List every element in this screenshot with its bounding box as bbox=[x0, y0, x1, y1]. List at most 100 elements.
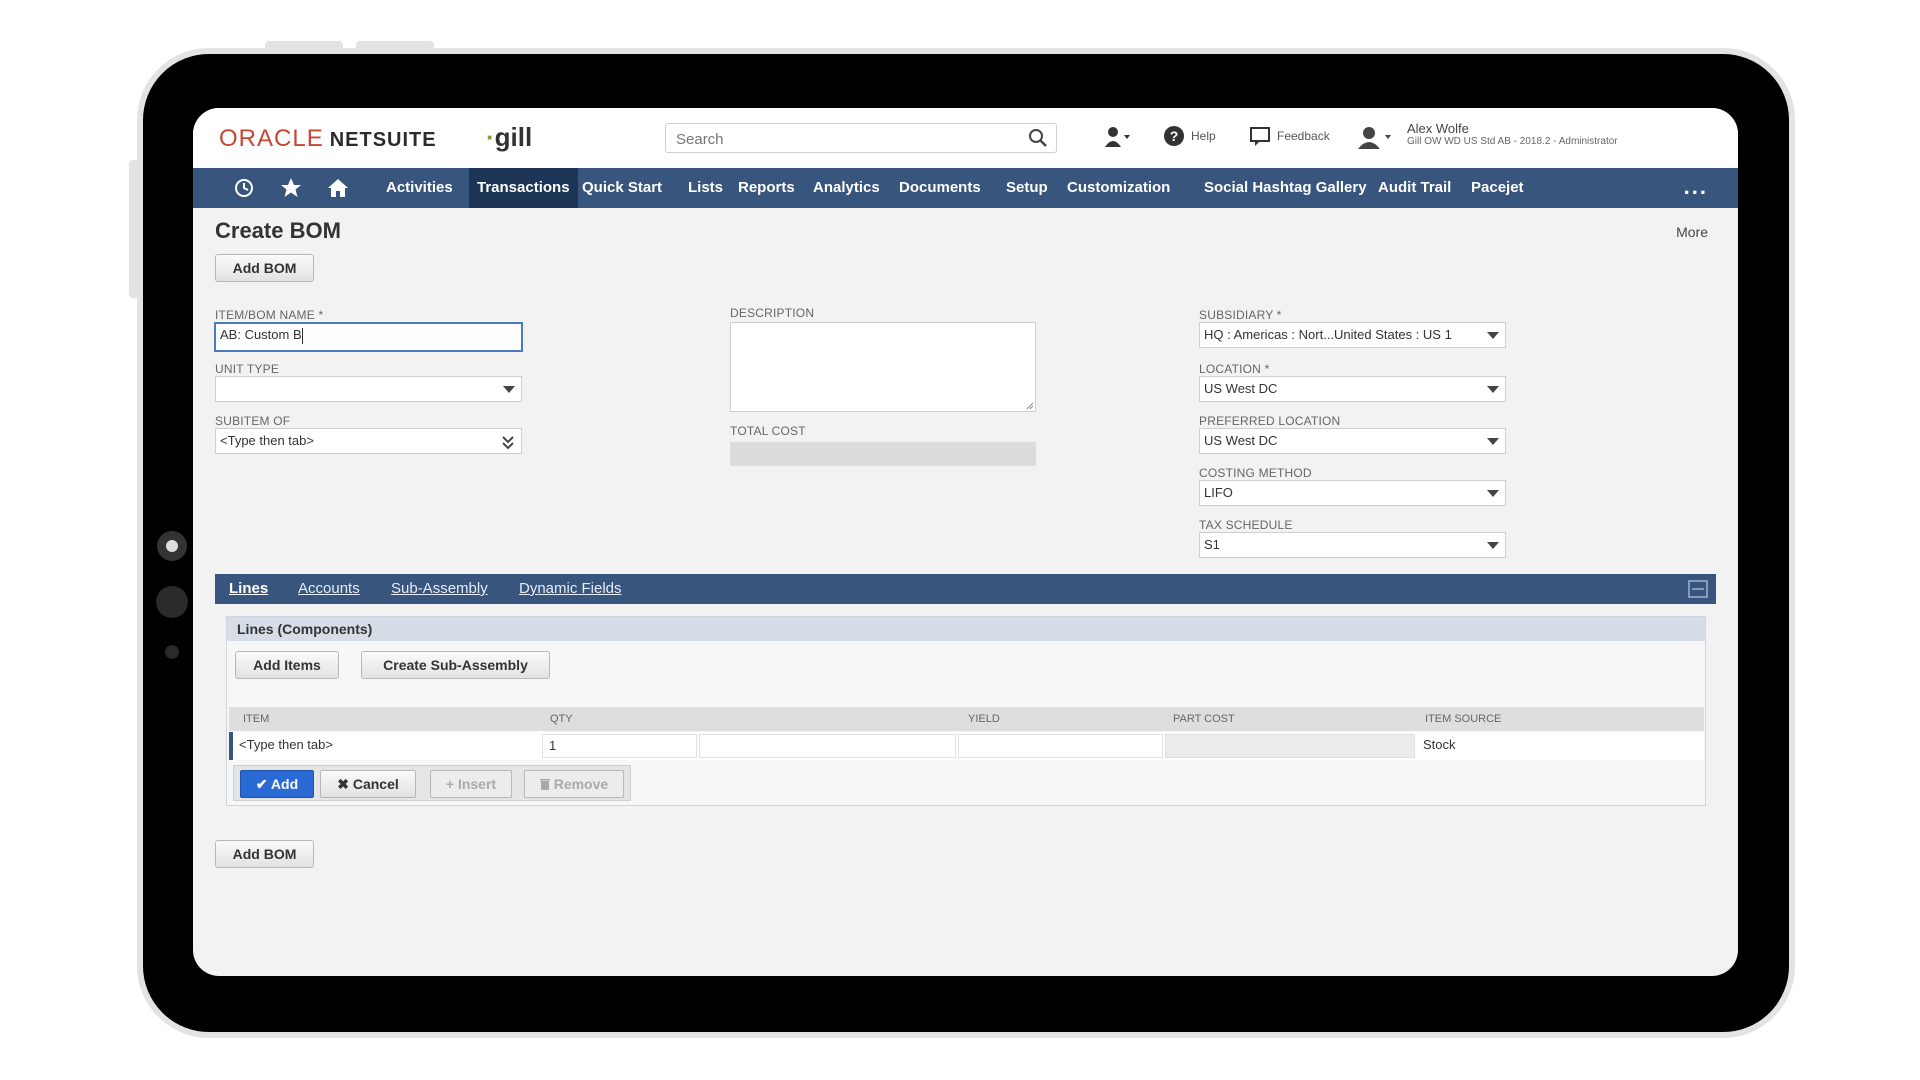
chevron-down-icon bbox=[1487, 438, 1499, 445]
double-chevron-down-icon[interactable] bbox=[501, 434, 515, 450]
add-items-button[interactable]: Add Items bbox=[235, 651, 339, 679]
column-part-cost: PART COST bbox=[1173, 713, 1235, 725]
part-cost-cell bbox=[1165, 734, 1415, 758]
cancel-line-button[interactable]: ✖ Cancel bbox=[320, 770, 416, 798]
text-cursor bbox=[301, 327, 303, 344]
preferred-location-select[interactable]: US West DC bbox=[1199, 428, 1506, 454]
table-row: <Type then tab> 1 Stock bbox=[229, 732, 1704, 760]
nav-pacejet[interactable]: Pacejet bbox=[1463, 168, 1532, 208]
lines-grid-header: ITEM QTY YIELD PART COST ITEM SOURCE bbox=[229, 707, 1704, 731]
nav-quick-start[interactable]: Quick Start bbox=[574, 168, 670, 208]
description-textarea[interactable] bbox=[730, 322, 1036, 412]
tablet-top-button-right bbox=[356, 41, 434, 49]
nav-reports[interactable]: Reports bbox=[730, 168, 803, 208]
search-input[interactable] bbox=[674, 125, 1008, 153]
subitem-of-input[interactable]: <Type then tab> bbox=[215, 428, 522, 454]
tax-schedule-select[interactable]: S1 bbox=[1199, 532, 1506, 558]
nav-activities[interactable]: Activities bbox=[378, 168, 461, 208]
tab-accounts[interactable]: Accounts bbox=[298, 574, 360, 604]
location-select[interactable]: US West DC bbox=[1199, 376, 1506, 402]
resize-handle-icon[interactable] bbox=[1026, 402, 1034, 410]
nav-documents[interactable]: Documents bbox=[891, 168, 989, 208]
insert-line-button[interactable]: + Insert bbox=[430, 770, 512, 798]
nav-more-menu[interactable]: ... bbox=[1684, 174, 1708, 200]
costing-method-value: LIFO bbox=[1204, 485, 1233, 500]
subsidiary-value: HQ : Americas : Nort...United States : U… bbox=[1204, 327, 1452, 342]
page-title: Create BOM bbox=[215, 218, 341, 243]
costing-method-label: COSTING METHOD bbox=[1199, 466, 1312, 480]
costing-method-select[interactable]: LIFO bbox=[1199, 480, 1506, 506]
search-icon[interactable] bbox=[1028, 128, 1048, 148]
tablet-sensor bbox=[156, 586, 188, 618]
tablet-camera bbox=[157, 531, 187, 561]
oracle-netsuite-logo[interactable]: ORACLE NETSUITE bbox=[219, 125, 437, 153]
home-icon[interactable] bbox=[326, 177, 350, 199]
total-cost-label: TOTAL COST bbox=[730, 424, 806, 438]
unit-type-label: UNIT TYPE bbox=[215, 362, 280, 376]
chevron-down-icon bbox=[1487, 332, 1499, 339]
user-role: Gill OW WD US Std AB - 2018.2 - Administ… bbox=[1407, 136, 1618, 147]
feedback-link[interactable]: Feedback bbox=[1249, 125, 1330, 147]
brand-logo: ·gill bbox=[486, 122, 533, 152]
nav-transactions[interactable]: Transactions bbox=[469, 168, 578, 208]
user-info[interactable]: Alex Wolfe Gill OW WD US Std AB - 2018.2… bbox=[1407, 122, 1618, 148]
nav-audit-trail[interactable]: Audit Trail bbox=[1370, 168, 1459, 208]
star-icon[interactable] bbox=[280, 177, 302, 199]
collapse-icon[interactable] bbox=[1688, 580, 1708, 598]
tab-dynamic-fields[interactable]: Dynamic Fields bbox=[519, 574, 622, 604]
user-avatar-icon bbox=[1358, 127, 1391, 149]
nav-customization[interactable]: Customization bbox=[1059, 168, 1178, 208]
chevron-down-icon bbox=[1487, 490, 1499, 497]
preferred-location-label: PREFERRED LOCATION bbox=[1199, 414, 1341, 428]
global-search bbox=[665, 123, 1057, 153]
create-sub-assembly-button[interactable]: Create Sub-Assembly bbox=[361, 651, 550, 679]
help-link[interactable]: ? Help bbox=[1163, 125, 1216, 147]
total-cost-field bbox=[730, 442, 1036, 466]
svg-text:?: ? bbox=[1170, 128, 1179, 144]
add-bom-button-top[interactable]: Add BOM bbox=[215, 254, 314, 282]
help-icon: ? bbox=[1164, 126, 1184, 146]
feedback-label: Feedback bbox=[1277, 129, 1330, 143]
item-bom-name-input[interactable]: AB: Custom B bbox=[214, 322, 523, 352]
tablet-side-button bbox=[129, 160, 138, 298]
tab-lines[interactable]: Lines bbox=[229, 574, 268, 604]
item-cell-input[interactable]: <Type then tab> bbox=[233, 734, 538, 758]
tab-sub-assembly[interactable]: Sub-Assembly bbox=[391, 574, 488, 604]
feedback-icon bbox=[1250, 127, 1270, 146]
chevron-down-icon bbox=[1487, 542, 1499, 549]
more-link[interactable]: More bbox=[1676, 224, 1708, 240]
lines-panel-title: Lines (Components) bbox=[227, 617, 1705, 641]
qty-extra-cell[interactable] bbox=[699, 734, 956, 758]
add-bom-button-bottom[interactable]: Add BOM bbox=[215, 840, 314, 868]
column-item: ITEM bbox=[243, 713, 270, 725]
chevron-down-icon bbox=[1487, 386, 1499, 393]
remove-line-button[interactable]: Remove bbox=[524, 770, 624, 798]
line-actions-bar: ✔ Add ✖ Cancel + Insert Remove bbox=[233, 765, 631, 801]
user-menu[interactable] bbox=[1357, 125, 1393, 149]
recent-records-menu[interactable] bbox=[1103, 125, 1131, 149]
column-qty: QTY bbox=[550, 713, 573, 725]
column-item-source: ITEM SOURCE bbox=[1425, 713, 1502, 725]
nav-lists[interactable]: Lists bbox=[680, 168, 731, 208]
brand-text: gill bbox=[494, 122, 533, 152]
subitem-of-label: SUBITEM OF bbox=[215, 414, 291, 428]
recent-icon[interactable] bbox=[233, 177, 255, 199]
subsidiary-label: SUBSIDIARY * bbox=[1199, 308, 1282, 322]
logo-netsuite-text: NETSUITE bbox=[329, 129, 437, 151]
main-nav: Activities Transactions Quick Start List… bbox=[193, 168, 1738, 208]
yield-cell-input[interactable] bbox=[958, 734, 1163, 758]
nav-social-hashtag-gallery[interactable]: Social Hashtag Gallery bbox=[1196, 168, 1375, 208]
tax-schedule-value: S1 bbox=[1204, 537, 1220, 552]
remove-label: Remove bbox=[553, 776, 609, 792]
nav-setup[interactable]: Setup bbox=[998, 168, 1056, 208]
subsidiary-select[interactable]: HQ : Americas : Nort...United States : U… bbox=[1199, 322, 1506, 348]
item-source-cell[interactable]: Stock bbox=[1417, 734, 1704, 758]
person-pin-icon bbox=[1105, 127, 1130, 147]
qty-cell-input[interactable]: 1 bbox=[542, 734, 697, 758]
description-label: DESCRIPTION bbox=[730, 306, 815, 320]
unit-type-select[interactable] bbox=[215, 376, 522, 402]
preferred-location-value: US West DC bbox=[1204, 433, 1278, 448]
nav-analytics[interactable]: Analytics bbox=[805, 168, 888, 208]
add-line-button[interactable]: ✔ Add bbox=[240, 770, 314, 798]
help-label: Help bbox=[1191, 129, 1216, 143]
